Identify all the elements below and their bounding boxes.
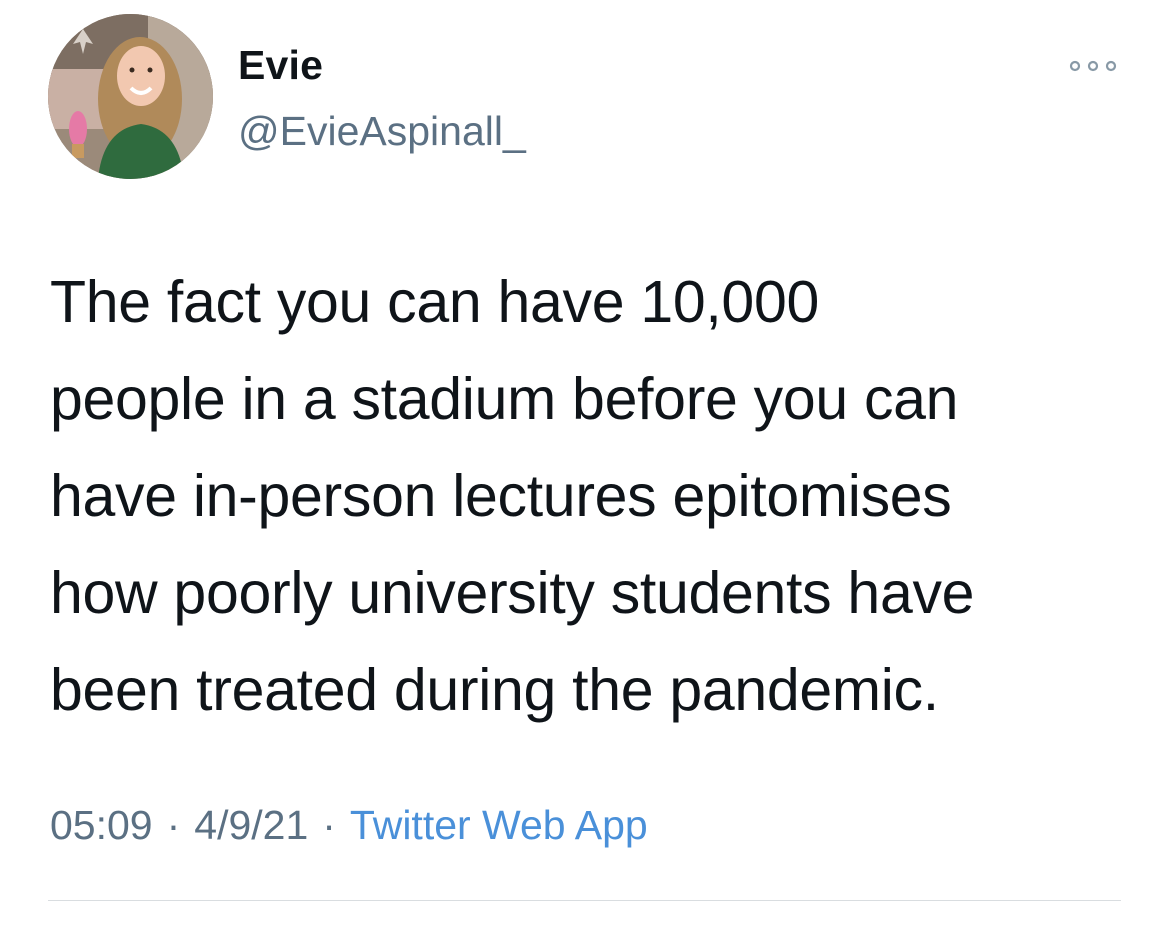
tweet-date[interactable]: 4/9/21: [194, 802, 308, 848]
more-dots-icon: [1069, 60, 1117, 72]
meta-separator: ·: [322, 802, 336, 848]
more-options-button[interactable]: [1062, 48, 1124, 84]
tweet-text-line: how poorly university students have: [50, 560, 975, 626]
tweet-source-link[interactable]: Twitter Web App: [350, 802, 648, 848]
tweet-time[interactable]: 05:09: [50, 802, 153, 848]
tweet-text-line: people in a stadium before you can: [50, 366, 959, 432]
avatar-photo: [48, 14, 213, 179]
tweet-text-line: have in-person lectures epitomises: [50, 463, 952, 529]
tweet-meta: 05:09 · 4/9/21 · Twitter Web App: [50, 802, 648, 849]
divider: [48, 900, 1121, 901]
tweet-card: Evie @EvieAspinall_ The fact you can hav…: [0, 0, 1170, 940]
user-handle[interactable]: @EvieAspinall_: [238, 108, 526, 155]
tweet-text-line: The fact you can have 10,000: [50, 269, 819, 335]
tweet-text-line: been treated during the pandemic.: [50, 657, 939, 723]
avatar[interactable]: [48, 14, 213, 179]
display-name[interactable]: Evie: [238, 42, 323, 89]
meta-separator: ·: [166, 802, 181, 848]
tweet-text: The fact you can have 10,000 people in a…: [50, 254, 1140, 739]
